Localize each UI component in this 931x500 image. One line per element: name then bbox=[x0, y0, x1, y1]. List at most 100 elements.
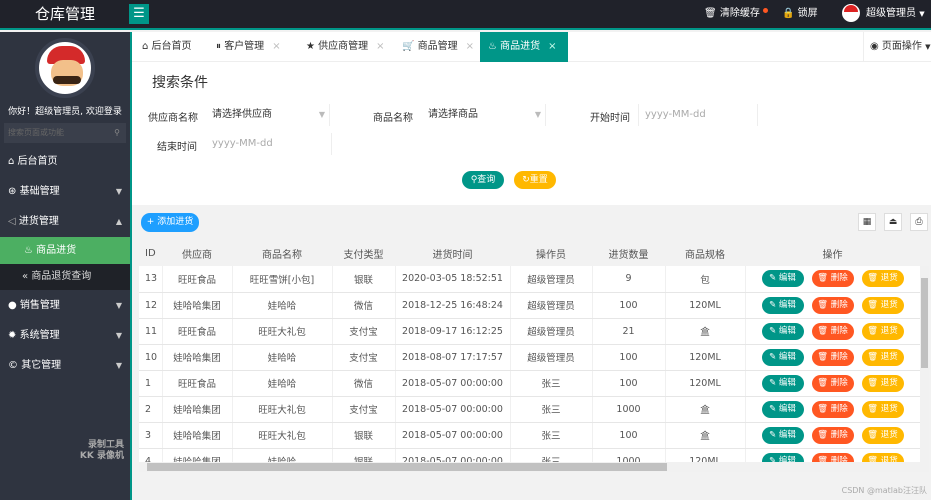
sidebar-item-sales[interactable]: ● 销售管理 ▼ bbox=[0, 292, 130, 320]
table-cell: 超级管理员 bbox=[510, 344, 593, 371]
supplier-select[interactable]: 请选择供应商 ▼ bbox=[206, 104, 330, 126]
reset-button[interactable]: ↻重置 bbox=[514, 171, 556, 189]
caret-down-icon: ▼ bbox=[115, 331, 122, 340]
star-icon: ★ bbox=[306, 41, 315, 52]
return-button[interactable]: 🗑 退货 bbox=[861, 296, 904, 314]
table-cell: 盒 bbox=[665, 422, 746, 449]
table-cell: 100 bbox=[592, 344, 666, 371]
table-cell: 11 bbox=[139, 318, 163, 345]
delete-button[interactable]: 🗑 删除 bbox=[811, 296, 854, 314]
delete-button[interactable]: 🗑 删除 bbox=[811, 270, 854, 288]
refresh-icon: ↻ bbox=[522, 175, 530, 185]
sidebar: 你好！超级管理员, 欢迎登录 搜索页面或功能 ⚲ ⌂ 后台首页 ⊛ 基础管理 ▼ ◁… bbox=[0, 32, 130, 500]
print-icon[interactable]: ⎙ bbox=[910, 213, 928, 231]
avatar bbox=[842, 4, 860, 22]
vertical-scrollbar[interactable] bbox=[920, 266, 929, 462]
delete-button[interactable]: 🗑 删除 bbox=[811, 374, 854, 392]
delete-button[interactable]: 🗑 删除 bbox=[811, 426, 854, 444]
sidebar-item-goods-purchase[interactable]: ♨ 商品进货 bbox=[0, 237, 130, 264]
table-cell: 2018-09-17 16:12:25 bbox=[395, 318, 511, 345]
column-header: 进货时间 bbox=[395, 240, 510, 266]
clear-cache-button[interactable]: 🗑 清除缓存 bbox=[704, 0, 769, 30]
pencil-icon: ✎ bbox=[769, 273, 779, 284]
close-icon[interactable]: × bbox=[376, 41, 384, 52]
search-icon[interactable]: ⚲ bbox=[114, 123, 120, 143]
pause-icon: ⏸ bbox=[216, 41, 221, 52]
trash-icon: 🗑 bbox=[817, 351, 831, 362]
end-time-input[interactable]: yyyy-MM-dd bbox=[206, 133, 332, 155]
sidebar-search-input[interactable]: 搜索页面或功能 ⚲ bbox=[4, 123, 126, 143]
goods-select[interactable]: 请选择商品 ▼ bbox=[422, 104, 546, 126]
delete-button[interactable]: 🗑 删除 bbox=[811, 322, 854, 340]
caret-down-icon: ▼ bbox=[318, 110, 325, 119]
columns-filter-icon[interactable]: ▦ bbox=[858, 213, 876, 231]
table-cell: 21 bbox=[592, 318, 666, 345]
table-cell: 张三 bbox=[510, 396, 593, 423]
radio-icon: ◉ bbox=[870, 41, 879, 52]
query-button[interactable]: ⚲查询 bbox=[462, 171, 504, 189]
tab-goods-purchase[interactable]: ♨ 商品进货 × bbox=[480, 32, 568, 62]
sidebar-item-goods-return[interactable]: « 商品退货查询 bbox=[0, 264, 130, 290]
sidebar-item-other[interactable]: © 其它管理 ▼ bbox=[0, 352, 130, 380]
sidebar-item-basic[interactable]: ⊛ 基础管理 ▼ bbox=[0, 178, 130, 206]
export-icon[interactable]: ⏏ bbox=[884, 213, 902, 231]
sidebar-item-home[interactable]: ⌂ 后台首页 bbox=[0, 148, 130, 176]
return-button[interactable]: 🗑 退货 bbox=[861, 270, 904, 288]
add-purchase-button[interactable]: + 添加进货 bbox=[141, 213, 199, 232]
table-cell: 120ML bbox=[665, 344, 746, 371]
table-cell: 2020-03-05 18:52:51 bbox=[395, 266, 511, 293]
close-icon[interactable]: × bbox=[466, 41, 474, 52]
trash-icon: 🗑 bbox=[867, 429, 881, 440]
sidebar-item-system[interactable]: ✹ 系统管理 ▼ bbox=[0, 322, 130, 350]
edit-button[interactable]: ✎ 编辑 bbox=[761, 348, 804, 366]
edit-button[interactable]: ✎ 编辑 bbox=[761, 270, 804, 288]
volume-icon: ◁ bbox=[8, 216, 16, 227]
return-button[interactable]: 🗑 退货 bbox=[861, 374, 904, 392]
table-cell: 娃哈哈集团 bbox=[162, 344, 233, 371]
delete-button[interactable]: 🗑 删除 bbox=[811, 400, 854, 418]
return-button[interactable]: 🗑 退货 bbox=[861, 348, 904, 366]
delete-button[interactable]: 🗑 删除 bbox=[811, 348, 854, 366]
sidebar-item-purchase[interactable]: ◁ 进货管理 ▲ bbox=[0, 208, 130, 236]
table-cell: 12 bbox=[139, 292, 163, 319]
table-cell: 2018-05-07 00:00:00 bbox=[395, 396, 511, 423]
edit-button[interactable]: ✎ 编辑 bbox=[761, 374, 804, 392]
goods-label: 商品名称 bbox=[373, 113, 413, 124]
close-icon[interactable]: × bbox=[272, 41, 280, 52]
edit-button[interactable]: ✎ 编辑 bbox=[761, 296, 804, 314]
edit-button[interactable]: ✎ 编辑 bbox=[761, 400, 804, 418]
table-cell: 120ML bbox=[665, 370, 746, 397]
horizontal-scrollbar[interactable] bbox=[139, 462, 929, 472]
table-row: 11 旺旺食品 旺旺大礼包 支付宝 2018-09-17 16:12:25 超级管理员 21… bbox=[139, 318, 921, 345]
column-header: 支付类型 bbox=[332, 240, 395, 266]
trash-icon: 🗑 bbox=[817, 403, 831, 414]
main-content: ⌂ 后台首页 ⏸ 客户管理 × ★ 供应商管理 × 🛒 商品管理 × ♨ 商品进货 × … bbox=[130, 32, 931, 500]
home-icon: ⌂ bbox=[142, 41, 149, 52]
close-icon[interactable]: × bbox=[548, 41, 556, 52]
tab-home[interactable]: ⌂ 后台首页 bbox=[134, 32, 200, 62]
trash-icon: 🗑 bbox=[867, 377, 881, 388]
tab-customers[interactable]: ⏸ 客户管理 × bbox=[208, 32, 289, 62]
user-menu[interactable]: 超级管理员 ▼ bbox=[842, 0, 925, 30]
pencil-icon: ✎ bbox=[769, 351, 779, 362]
search-title: 搜索条件 bbox=[152, 75, 208, 91]
menu-toggle-icon[interactable]: ☰ bbox=[129, 4, 149, 24]
return-button[interactable]: 🗑 退货 bbox=[861, 322, 904, 340]
welcome-text: 你好！超级管理员, 欢迎登录 bbox=[8, 107, 122, 117]
pencil-icon: ✎ bbox=[769, 325, 779, 336]
trash-icon: 🗑 bbox=[867, 403, 881, 414]
return-button[interactable]: 🗑 退货 bbox=[861, 400, 904, 418]
column-header: 操作 bbox=[745, 240, 920, 266]
gear-circle-icon: ⊛ bbox=[8, 186, 17, 197]
lock-screen-button[interactable]: 🔒 锁屏 bbox=[782, 0, 818, 30]
search-panel: 搜索条件 供应商名称 请选择供应商 ▼ 商品名称 请选择商品 ▼ 开始时间 yyyy… bbox=[132, 62, 931, 205]
edit-button[interactable]: ✎ 编辑 bbox=[761, 426, 804, 444]
tab-suppliers[interactable]: ★ 供应商管理 × bbox=[298, 32, 393, 62]
column-header: 操作员 bbox=[510, 240, 592, 266]
tab-goods[interactable]: 🛒 商品管理 × bbox=[394, 32, 482, 62]
column-header: 供应商 bbox=[162, 240, 232, 266]
start-time-input[interactable]: yyyy-MM-dd bbox=[638, 104, 758, 126]
page-operations-menu[interactable]: ◉ 页面操作 ▼ bbox=[863, 32, 931, 62]
return-button[interactable]: 🗑 退货 bbox=[861, 426, 904, 444]
edit-button[interactable]: ✎ 编辑 bbox=[761, 322, 804, 340]
